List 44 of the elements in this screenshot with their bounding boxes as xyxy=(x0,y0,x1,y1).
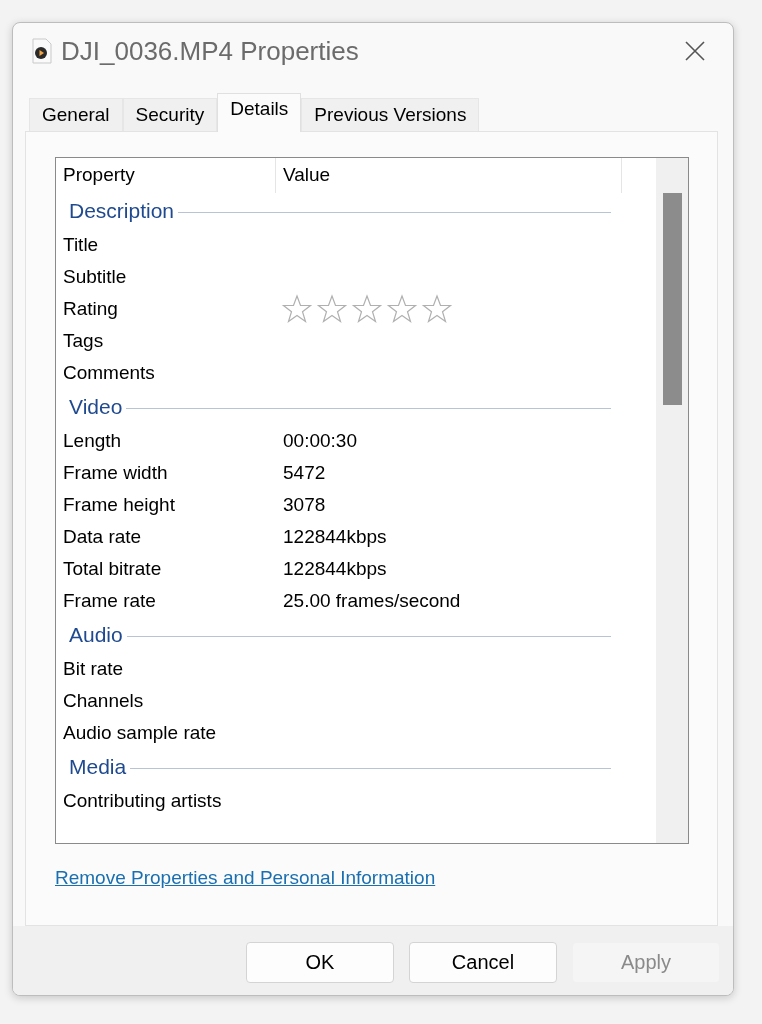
property-value: 122844kbps xyxy=(283,526,387,548)
window-title: DJI_0036.MP4 Properties xyxy=(61,35,360,67)
property-name: Data rate xyxy=(62,526,143,548)
remove-properties-link[interactable]: Remove Properties and Personal Information xyxy=(55,867,436,889)
group-heading: Video xyxy=(69,395,123,419)
column-header[interactable]: Property xyxy=(56,158,276,193)
property-name: Contributing artists xyxy=(62,790,223,812)
property-name: Frame rate xyxy=(62,590,157,612)
close-icon[interactable] xyxy=(684,40,706,62)
property-name: Subtitle xyxy=(62,266,128,288)
star-icon[interactable] xyxy=(316,294,348,324)
tab[interactable]: Security xyxy=(122,98,218,131)
star-icon[interactable] xyxy=(386,294,418,324)
property-name: Channels xyxy=(62,690,145,712)
property-name: Bit rate xyxy=(62,658,125,680)
property-name: Length xyxy=(62,430,123,452)
property-value: 25.00 frames/second xyxy=(283,590,461,612)
tab[interactable]: Previous Versions xyxy=(301,98,480,131)
tab[interactable]: General xyxy=(29,98,123,131)
property-name: Title xyxy=(62,234,100,256)
group-heading: Audio xyxy=(69,623,123,647)
column-header[interactable]: Value xyxy=(276,158,622,193)
group-heading: Description xyxy=(69,199,175,223)
property-value: 5472 xyxy=(283,462,326,484)
group-heading: Media xyxy=(69,755,127,779)
property-name: Rating xyxy=(62,298,119,320)
property-value: 122844kbps xyxy=(283,558,387,580)
dialog-button[interactable]: OK xyxy=(246,942,394,983)
star-icon[interactable] xyxy=(421,294,453,324)
property-name: Audio sample rate xyxy=(62,722,218,744)
property-value: 00:00:30 xyxy=(283,430,357,452)
property-value: 3078 xyxy=(283,494,326,516)
star-icon[interactable] xyxy=(281,294,313,324)
property-name: Frame width xyxy=(62,462,169,484)
property-name: Frame height xyxy=(62,494,176,516)
property-name: Comments xyxy=(62,362,156,384)
property-name: Tags xyxy=(62,330,105,352)
video-file-icon xyxy=(31,38,53,64)
scroll-thumb[interactable] xyxy=(662,193,682,405)
scrollbar[interactable] xyxy=(656,158,688,843)
property-name: Total bitrate xyxy=(62,558,163,580)
star-icon[interactable] xyxy=(351,294,383,324)
dialog-button[interactable]: Cancel xyxy=(409,942,557,983)
tab[interactable]: Details xyxy=(217,93,302,132)
